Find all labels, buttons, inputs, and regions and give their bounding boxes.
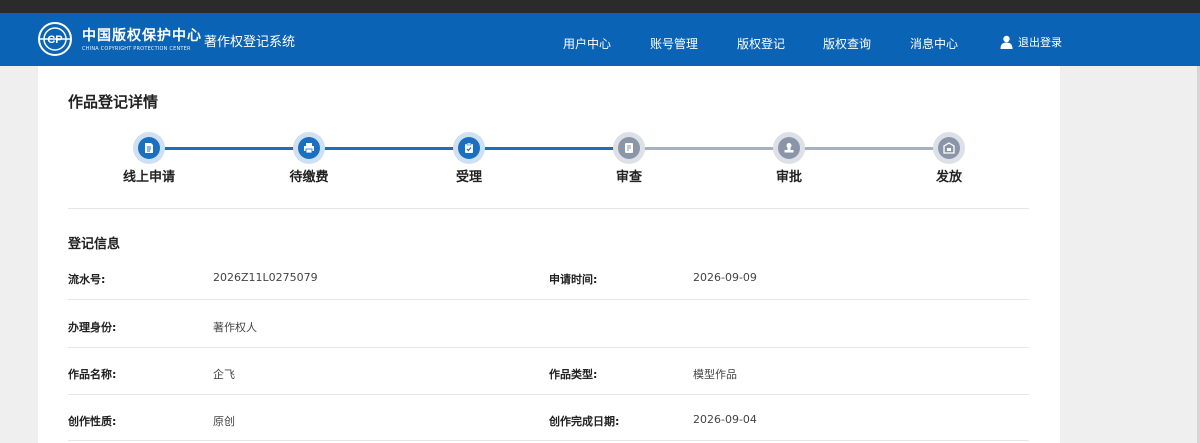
page-title: 作品登记详情	[68, 93, 159, 111]
step-label-online-application: 线上申请	[122, 170, 176, 185]
field-value-applicant-identity: 著作权人	[213, 321, 257, 334]
step-online-application	[133, 132, 165, 164]
logout-label: 退出登录	[1018, 36, 1062, 49]
step-approval	[773, 132, 805, 164]
step-issuance	[933, 132, 965, 164]
printer-icon	[304, 143, 314, 154]
field-label-work-name: 作品名称:	[68, 368, 117, 381]
clipboard-check-icon	[465, 142, 473, 153]
step-label-review: 审查	[615, 170, 643, 185]
logo-text-cn: 中国版权保护中心	[82, 28, 202, 44]
step-label-approval: 审批	[775, 170, 803, 185]
step-accepted	[453, 132, 485, 164]
svg-text:CP: CP	[47, 34, 62, 46]
step-pending-payment	[293, 132, 325, 164]
nav-account-management[interactable]: 账号管理	[650, 35, 698, 52]
nav-message-center[interactable]: 消息中心	[910, 35, 958, 52]
field-label-applicant-identity: 办理身份:	[68, 321, 117, 334]
field-label-work-type: 作品类型:	[549, 368, 598, 381]
nav-copyright-query[interactable]: 版权查询	[823, 35, 871, 52]
stamp-icon	[784, 143, 794, 153]
field-label-creation-nature: 创作性质:	[68, 415, 117, 428]
step-label-accepted: 受理	[455, 170, 483, 185]
step-review	[613, 132, 645, 164]
nav-user-center[interactable]: 用户中心	[563, 35, 611, 52]
top-header: CP 中国版权保护中心 CHINA COPYRIGHT PROTECTION C…	[0, 13, 1200, 66]
field-value-creation-nature: 原创	[213, 415, 235, 428]
row-divider	[68, 347, 1029, 348]
logo-text-en: CHINA COPYRIGHT PROTECTION CENTER	[82, 46, 191, 52]
document-icon	[145, 143, 153, 153]
certificate-icon	[943, 142, 955, 154]
browser-top-strip	[0, 0, 1200, 13]
step-label-issuance: 发放	[935, 170, 963, 185]
cpc-logo-icon: CP	[38, 22, 72, 56]
logout-button[interactable]: 退出登录	[1000, 34, 1062, 50]
file-review-icon	[625, 143, 633, 153]
progress-track-completed	[151, 147, 616, 150]
field-value-work-name: 企飞	[213, 368, 235, 381]
field-label-serial-number: 流水号:	[68, 273, 106, 286]
nav-copyright-registration[interactable]: 版权登记	[737, 35, 785, 52]
field-label-completion-date: 创作完成日期:	[549, 415, 620, 428]
field-value-work-type: 模型作品	[693, 368, 737, 381]
field-value-serial-number: 2026Z11L0275079	[213, 271, 318, 284]
system-title: 著作权登记系统	[204, 35, 296, 50]
step-label-pending-payment: 待缴费	[289, 170, 329, 185]
user-icon	[1000, 35, 1013, 49]
content-card	[38, 66, 1060, 443]
section-title-registration-info: 登记信息	[68, 237, 121, 252]
field-value-completion-date: 2026-09-04	[693, 413, 757, 426]
section-divider	[68, 208, 1029, 209]
row-divider	[68, 299, 1029, 300]
field-value-application-time: 2026-09-09	[693, 271, 757, 284]
field-label-application-time: 申请时间:	[549, 273, 598, 286]
row-divider	[68, 440, 1029, 441]
row-divider	[68, 394, 1029, 395]
